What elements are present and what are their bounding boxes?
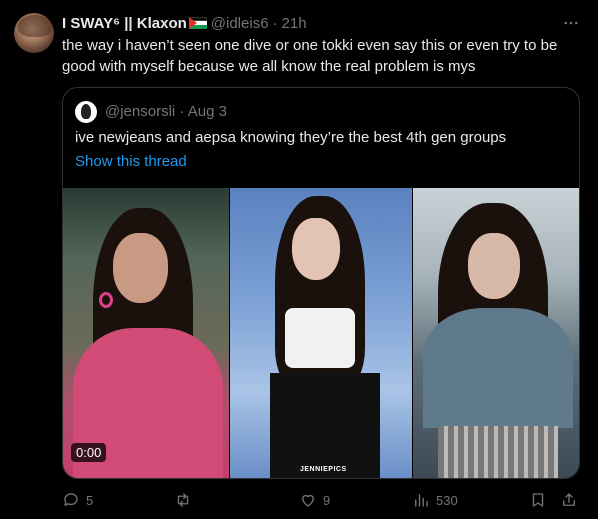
quoted-tweet-text: ive newjeans and aepsa knowing they’re t… xyxy=(75,129,507,146)
media-watermark: JENNIEPICS xyxy=(300,466,347,473)
media-image-left[interactable] xyxy=(63,188,229,478)
more-horizontal-icon xyxy=(564,21,578,25)
like-button[interactable]: 9 xyxy=(299,488,330,512)
tweet-actions: 5 9 530 xyxy=(62,488,582,512)
views-icon xyxy=(415,494,428,507)
views-button[interactable]: 530 xyxy=(412,488,458,512)
share-button[interactable] xyxy=(560,488,578,512)
media-image-right[interactable] xyxy=(413,188,579,478)
tweet-header: I SWAY⁶ || Klaxon @idleis6 · 21h xyxy=(62,14,307,32)
author-handle[interactable]: @idleis6 xyxy=(211,15,269,32)
quoted-header-separator: · xyxy=(179,103,185,120)
author-avatar[interactable] xyxy=(14,13,54,53)
reply-button[interactable]: 5 xyxy=(62,488,93,512)
tweet-text-line: the way i haven’t seen one dive or one t… xyxy=(62,37,558,54)
more-options-button[interactable] xyxy=(560,12,582,34)
bookmark-button[interactable] xyxy=(529,488,547,512)
views-count: 530 xyxy=(436,492,458,508)
tweet-timestamp[interactable]: 21h xyxy=(282,15,307,32)
tweet-text: the way i haven’t seen one dive or one t… xyxy=(62,35,582,77)
author-display-name[interactable]: I SWAY⁶ || Klaxon xyxy=(62,15,187,32)
palestine-flag-icon xyxy=(188,17,207,29)
quoted-author-avatar[interactable] xyxy=(75,101,97,123)
quoted-author-handle[interactable]: @jensorsli xyxy=(105,103,175,120)
tweet[interactable]: I SWAY⁶ || Klaxon @idleis6 · 21h the way… xyxy=(0,0,598,519)
quoted-media[interactable]: 0:00 JENNIEPICS xyxy=(63,188,579,478)
heart-icon xyxy=(302,494,314,507)
reply-icon xyxy=(64,493,78,506)
media-image-center[interactable] xyxy=(230,188,412,478)
share-icon xyxy=(563,493,575,506)
bookmark-icon xyxy=(532,493,544,507)
reply-count: 5 xyxy=(86,492,94,508)
repost-button[interactable] xyxy=(174,488,198,512)
quoted-tweet-header: @jensorsli · Aug 3 xyxy=(105,103,227,120)
repost-icon xyxy=(177,493,189,507)
show-thread-link[interactable]: Show this thread xyxy=(75,153,187,170)
quoted-tweet-date[interactable]: Aug 3 xyxy=(188,103,227,120)
tweet-text-line: good with myself because we all know the… xyxy=(62,58,476,75)
video-timestamp: 0:00 xyxy=(71,443,107,462)
header-separator: · xyxy=(272,14,278,32)
quoted-tweet[interactable]: @jensorsli · Aug 3 ive newjeans and aeps… xyxy=(62,87,580,479)
like-count: 9 xyxy=(323,492,331,508)
